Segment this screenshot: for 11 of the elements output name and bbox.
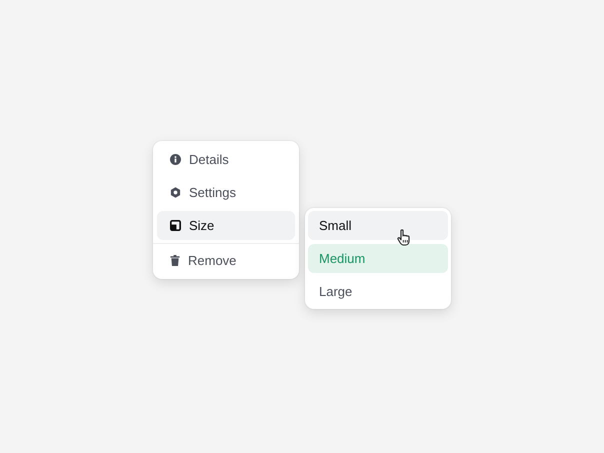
hand-cursor-icon: [397, 229, 412, 246]
submenu-option[interactable]: Small: [308, 211, 448, 240]
menu-item[interactable]: Remove: [157, 246, 295, 275]
menu-item[interactable]: Settings: [157, 178, 295, 207]
menu-item[interactable]: Size: [157, 211, 295, 240]
submenu-option[interactable]: Large: [308, 277, 448, 306]
resize-icon: [170, 220, 181, 231]
menu-item[interactable]: Details: [157, 145, 295, 174]
trash-icon: [170, 255, 180, 266]
info-icon: [170, 154, 181, 165]
settings-icon: [170, 187, 181, 198]
